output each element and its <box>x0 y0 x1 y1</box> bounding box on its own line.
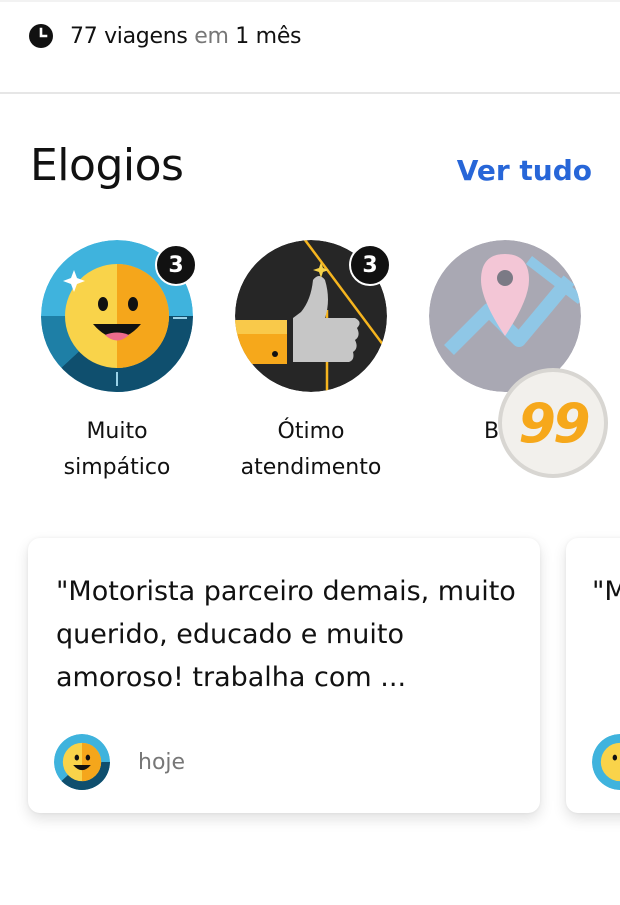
badge-wrap: 3 <box>235 240 391 392</box>
review-footer: hoje <box>54 734 185 790</box>
trips-text: 77 viagens em 1 mês <box>70 23 302 49</box>
review-card[interactable]: "Motorista parceiro demais, muito querid… <box>28 538 540 813</box>
compliment-badge-service[interactable]: 3 Ótimo atendimento <box>216 240 406 486</box>
logo-text: 99 <box>518 391 590 455</box>
review-time: hoje <box>138 749 186 775</box>
badge-count: 3 <box>349 244 391 286</box>
review-card[interactable]: "M <box>566 538 620 813</box>
top-border <box>0 0 620 2</box>
badge-label-line2: atendimento <box>240 455 382 480</box>
compliments-title: Elogios <box>30 140 184 191</box>
see-all-link[interactable]: Ver tudo <box>457 154 592 187</box>
badge-label-line1: Muito <box>86 419 148 444</box>
divider <box>0 92 620 94</box>
app-logo-99: 99 <box>498 368 608 478</box>
trips-period: 1 mês <box>235 23 302 49</box>
badge-wrap: 3 <box>41 240 197 392</box>
badge-label: Ótimo atendimento <box>216 414 406 486</box>
smiley-avatar-icon <box>54 734 110 790</box>
clock-icon <box>29 24 53 48</box>
badge-label-line1: Ótimo <box>277 419 345 444</box>
trips-summary: 77 viagens em 1 mês <box>28 22 302 50</box>
badge-label: Muito simpático <box>22 414 212 486</box>
badge-count: 3 <box>155 244 197 286</box>
review-text: "Motorista parceiro demais, muito querid… <box>56 576 516 693</box>
trips-count: 77 viagens <box>70 23 188 49</box>
review-text: "M <box>592 576 620 607</box>
compliment-badge-friendly[interactable]: 3 Muito simpático <box>22 240 212 486</box>
trips-connector: em <box>194 23 229 49</box>
badge-label-line2: simpático <box>63 455 171 480</box>
smiley-avatar-icon <box>592 734 620 790</box>
